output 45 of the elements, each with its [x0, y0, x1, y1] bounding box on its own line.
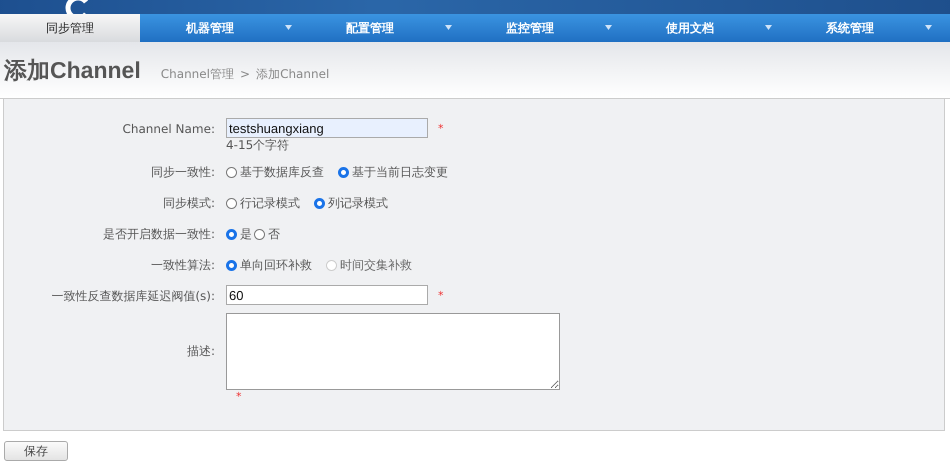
- radio-label: 基于当前日志变更: [352, 164, 448, 181]
- field-label: 描述:: [186, 344, 215, 358]
- breadcrumb-separator: >: [240, 66, 250, 81]
- nav-tab[interactable]: 监控管理: [460, 14, 620, 42]
- radio-button[interactable]: [338, 166, 349, 178]
- field-label: 是否开启数据一致性:: [102, 227, 215, 241]
- caret-icon: [285, 25, 292, 30]
- caret-icon: [605, 25, 612, 30]
- field-label: 一致性算法:: [150, 258, 215, 272]
- radio-label: 行记录模式: [240, 195, 300, 212]
- save-button[interactable]: 保存: [4, 441, 68, 461]
- caret-icon: [445, 25, 452, 30]
- caret-icon: [765, 25, 772, 30]
- radio-button[interactable]: [226, 166, 237, 178]
- field-label: Channel Name:: [122, 122, 215, 136]
- radio-button[interactable]: [226, 228, 237, 240]
- required-mark: *: [236, 390, 242, 403]
- field-label: 同步一致性:: [150, 165, 215, 179]
- radio-label: 单向回环补救: [240, 257, 312, 274]
- radio-label: 列记录模式: [328, 195, 388, 212]
- field-label: 一致性反查数据库延迟阀值(s):: [51, 289, 215, 303]
- radio-button[interactable]: [226, 198, 237, 208]
- hint-text: 4-15个字符: [226, 138, 290, 153]
- input-field[interactable]: 60: [226, 285, 428, 305]
- radio-label: 是: [240, 226, 252, 243]
- field-label: 同步模式:: [162, 196, 215, 210]
- input-field[interactable]: testshuangxiang: [226, 118, 428, 138]
- radio-button[interactable]: [314, 198, 325, 208]
- radio-button[interactable]: [226, 260, 237, 270]
- required-mark: *: [438, 122, 444, 134]
- breadcrumb-link[interactable]: Channel管理: [160, 58, 234, 82]
- caret-icon: [925, 25, 932, 30]
- nav-tab[interactable]: 机器管理: [140, 14, 300, 42]
- breadcrumb-current: 添加Channel: [256, 66, 330, 82]
- radio-label: 基于数据库反查: [240, 164, 324, 181]
- nav-tab[interactable]: 配置管理: [300, 14, 460, 42]
- radio-button[interactable]: [254, 228, 265, 240]
- radio-label: 否: [268, 226, 280, 243]
- description-field[interactable]: [226, 313, 560, 390]
- nav-tab[interactable]: 系统管理: [780, 14, 940, 42]
- page-title: 添加Channel: [4, 56, 141, 84]
- nav-tab[interactable]: 使用文档: [620, 14, 780, 42]
- nav-tab[interactable]: 同步管理: [0, 14, 140, 42]
- radio-label: 时间交集补救: [340, 257, 412, 274]
- required-mark: *: [438, 288, 444, 302]
